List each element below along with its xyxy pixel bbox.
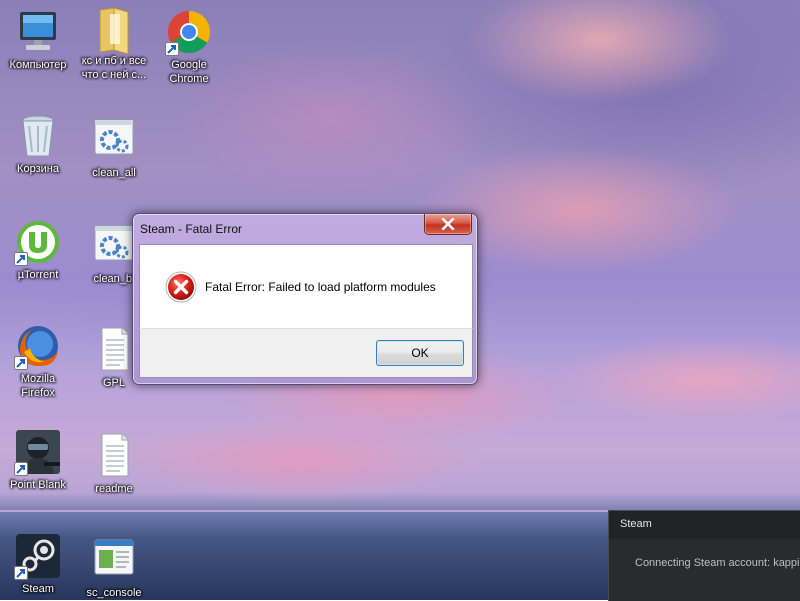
desktop-icon-label: Google Chrome <box>169 59 209 85</box>
error-message: Fatal Error: Failed to load platform mod… <box>205 280 436 294</box>
steam-window-header[interactable]: Steam <box>609 511 800 539</box>
steam-icon <box>14 532 62 580</box>
desktop-icon-utorrent[interactable]: µTorrent <box>0 218 76 282</box>
desktop-icon-sc-console[interactable]: sc_console <box>76 536 152 600</box>
desktop-icon-computer[interactable]: Компьютер <box>0 8 76 72</box>
shortcut-arrow-icon <box>14 462 28 476</box>
chrome-icon <box>165 8 213 56</box>
close-button[interactable] <box>424 214 472 235</box>
text-file-icon <box>90 432 138 480</box>
utorrent-icon <box>14 218 62 266</box>
recycle-bin-icon <box>14 112 62 160</box>
desktop-icon-steam[interactable]: Steam <box>0 532 76 596</box>
desktop-icon-label: Компьютер <box>9 59 67 71</box>
desktop-icon-label: Point Blank <box>10 479 66 491</box>
computer-icon <box>14 8 62 56</box>
dialog-body: Fatal Error: Failed to load platform mod… <box>139 244 473 329</box>
desktop-icon-point-blank[interactable]: Point Blank <box>0 428 76 492</box>
folder-icon <box>90 4 138 55</box>
dialog-footer: OK <box>139 328 473 378</box>
point-blank-icon <box>14 428 62 476</box>
desktop-icon-label: sc_console <box>86 587 142 599</box>
desktop-icon-label: кс и пб и все что с ней с... <box>81 55 147 81</box>
fatal-error-dialog: Steam - Fatal Error Fatal Error: Failed … <box>132 213 478 385</box>
application-icon <box>90 536 138 584</box>
ok-button[interactable]: OK <box>376 340 464 366</box>
batch-file-icon <box>90 116 138 164</box>
desktop-icon-label: readme <box>95 483 133 495</box>
batch-file-icon <box>90 222 138 270</box>
shortcut-arrow-icon <box>14 566 28 580</box>
desktop-icon-chrome[interactable]: Google Chrome <box>151 8 227 86</box>
shortcut-arrow-icon <box>14 356 28 370</box>
desktop-icon-label: µTorrent <box>17 269 59 281</box>
desktop-icon-label: Mozilla Firefox <box>20 373 56 399</box>
desktop-icon-firefox[interactable]: Mozilla Firefox <box>0 322 76 400</box>
firefox-icon <box>14 322 62 370</box>
desktop-icon-folder[interactable]: кс и пб и все что с ней с... <box>76 4 152 82</box>
steam-connecting-window: Steam Connecting Steam account: kappi <box>608 510 800 601</box>
shortcut-arrow-icon <box>165 42 179 56</box>
close-icon <box>441 218 455 230</box>
error-icon <box>165 271 197 303</box>
desktop-icon-recycle-bin[interactable]: Корзина <box>0 112 76 176</box>
desktop-icon-label: Корзина <box>17 163 59 175</box>
text-file-icon <box>90 326 138 374</box>
desktop-icon-clean-all[interactable]: clean_all <box>76 116 152 180</box>
desktop-icon-label: clean_all <box>92 167 136 179</box>
desktop-icon-readme[interactable]: readme <box>76 432 152 496</box>
steam-window-title: Steam <box>620 518 652 530</box>
connecting-status-text: Connecting Steam account: kappi <box>635 557 800 569</box>
shortcut-arrow-icon <box>14 252 28 266</box>
desktop-icon-label: Steam <box>22 583 54 595</box>
dialog-title: Steam - Fatal Error <box>140 222 243 236</box>
